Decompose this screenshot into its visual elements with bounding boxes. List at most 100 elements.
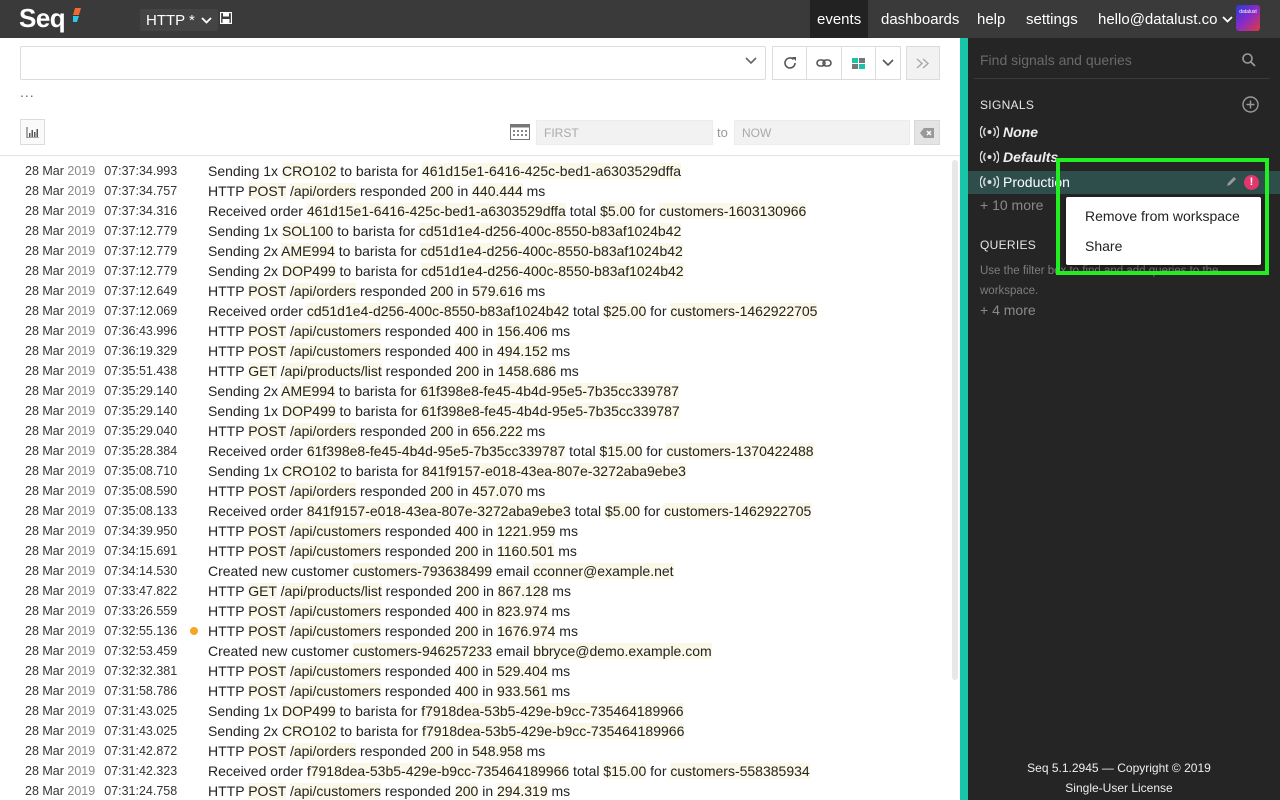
event-property-value[interactable]: customers-1370422488 <box>666 443 814 459</box>
event-property-value[interactable]: cconner@example.net <box>533 563 674 579</box>
event-row[interactable]: 28 Mar 2019 07:37:12.069 Received order cd… <box>0 301 952 321</box>
event-property-value[interactable]: 200 <box>430 183 454 199</box>
event-row[interactable]: 28 Mar 2019 07:35:08.133 Received order 84… <box>0 501 952 521</box>
event-property-value[interactable]: 457.070 <box>472 483 523 499</box>
event-property-value[interactable]: 156.406 <box>497 323 548 339</box>
event-property-value[interactable]: POST <box>248 543 287 559</box>
event-property-value[interactable]: $15.00 <box>599 443 643 459</box>
event-property-value[interactable]: POST <box>248 483 287 499</box>
event-property-value[interactable]: customers-793638499 <box>352 563 493 579</box>
event-property-value[interactable]: POST <box>248 663 287 679</box>
event-property-value[interactable]: POST <box>248 343 287 359</box>
nav-help[interactable]: help <box>970 0 1012 38</box>
event-row[interactable]: 28 Mar 2019 07:36:19.329 HTTP POST /api/cu… <box>0 341 952 361</box>
event-property-value[interactable]: 548.958 <box>472 743 523 759</box>
event-property-value[interactable]: customers-558385934 <box>670 763 810 779</box>
event-row[interactable]: 28 Mar 2019 07:31:42.323 Received order f7… <box>0 761 952 781</box>
event-property-value[interactable]: $5.00 <box>605 503 641 519</box>
event-property-value[interactable]: 1221.959 <box>497 523 556 539</box>
event-row[interactable]: 28 Mar 2019 07:33:47.822 HTTP GET /api/pro… <box>0 581 952 601</box>
event-property-value[interactable]: /api/customers <box>289 663 382 679</box>
event-property-value[interactable]: 400 <box>454 603 479 619</box>
event-property-value[interactable]: POST <box>248 183 287 199</box>
search-icon[interactable] <box>1242 53 1256 67</box>
event-row[interactable]: 28 Mar 2019 07:35:29.140 Sending 1x DOP499… <box>0 401 952 421</box>
event-property-value[interactable]: /api/customers <box>289 623 382 639</box>
event-property-value[interactable]: cd51d1e4-d256-400c-8550-b83af1024b42 <box>306 303 570 319</box>
event-property-value[interactable]: f7918dea-53b5-429e-b9cc-735464189966 <box>422 723 685 739</box>
event-property-value[interactable]: cd51d1e4-d256-400c-8550-b83af1024b42 <box>418 223 682 239</box>
event-row[interactable]: 28 Mar 2019 07:35:08.710 Sending 1x CRO102… <box>0 461 952 481</box>
event-property-value[interactable]: /api/products/list <box>280 583 382 599</box>
event-row[interactable]: 28 Mar 2019 07:37:34.757 HTTP POST /api/or… <box>0 181 952 201</box>
event-property-value[interactable]: POST <box>248 423 287 439</box>
histogram-button[interactable] <box>20 119 45 145</box>
nav-settings[interactable]: settings <box>1019 0 1085 38</box>
event-property-value[interactable]: 579.616 <box>472 283 523 299</box>
event-property-value[interactable]: DOP499 <box>281 403 336 419</box>
event-property-value[interactable]: 200 <box>430 283 454 299</box>
signal-filter-button[interactable] <box>841 46 876 80</box>
workspace-selector[interactable]: HTTP * <box>140 9 218 31</box>
event-property-value[interactable]: 400 <box>454 683 479 699</box>
event-property-value[interactable]: 61f398e8-fe45-4b4d-95e5-7b35cc339787 <box>306 443 566 459</box>
event-property-value[interactable]: /api/customers <box>289 683 382 699</box>
chevron-down-icon[interactable] <box>745 57 757 65</box>
search-input[interactable] <box>20 46 766 80</box>
event-row[interactable]: 28 Mar 2019 07:35:28.384 Received order 61… <box>0 441 952 461</box>
event-property-value[interactable]: GET <box>248 583 277 599</box>
nav-dashboards[interactable]: dashboards <box>874 0 966 38</box>
event-property-value[interactable]: 400 <box>454 343 479 359</box>
event-property-value[interactable]: POST <box>248 523 287 539</box>
event-row[interactable]: 28 Mar 2019 07:34:14.530 Created new custo… <box>0 561 952 581</box>
from-date-field[interactable]: FIRST <box>536 120 713 145</box>
scrollbar[interactable] <box>952 160 958 680</box>
event-property-value[interactable]: 400 <box>454 523 479 539</box>
event-property-value[interactable]: 440.444 <box>472 183 523 199</box>
event-row[interactable]: 28 Mar 2019 07:32:32.381 HTTP POST /api/cu… <box>0 661 952 681</box>
event-property-value[interactable]: cd51d1e4-d256-400c-8550-b83af1024b42 <box>421 263 684 279</box>
query-ellipsis[interactable]: ... <box>20 84 35 100</box>
event-property-value[interactable]: 461d15e1-6416-425c-bed1-a6303529dffa <box>422 163 681 179</box>
event-property-value[interactable]: /api/customers <box>289 783 382 799</box>
event-property-value[interactable]: /api/orders <box>289 483 357 499</box>
event-property-value[interactable]: 200 <box>430 483 454 499</box>
event-property-value[interactable]: 400 <box>454 663 479 679</box>
event-row[interactable]: 28 Mar 2019 07:35:29.040 HTTP POST /api/or… <box>0 421 952 441</box>
event-row[interactable]: 28 Mar 2019 07:32:55.136 HTTP POST /api/cu… <box>0 621 952 641</box>
event-property-value[interactable]: /api/customers <box>289 343 382 359</box>
event-property-value[interactable]: 656.222 <box>472 423 523 439</box>
event-property-value[interactable]: $15.00 <box>603 763 647 779</box>
event-property-value[interactable]: 841f9157-e018-43ea-807e-3272aba9ebe3 <box>306 503 571 519</box>
to-date-field[interactable]: NOW <box>734 120 910 145</box>
event-property-value[interactable]: 200 <box>455 363 480 379</box>
event-row[interactable]: 28 Mar 2019 07:33:26.559 HTTP POST /api/cu… <box>0 601 952 621</box>
event-property-value[interactable]: 61f398e8-fe45-4b4d-95e5-7b35cc339787 <box>420 383 679 399</box>
event-row[interactable]: 28 Mar 2019 07:37:12.779 Sending 2x AME994… <box>0 241 952 261</box>
event-property-value[interactable]: SOL100 <box>281 223 334 239</box>
event-row[interactable]: 28 Mar 2019 07:37:34.993 Sending 1x CRO102… <box>0 161 952 181</box>
event-property-value[interactable]: customers-1462922705 <box>664 503 812 519</box>
event-property-value[interactable]: 494.152 <box>497 343 548 359</box>
event-property-value[interactable]: 461d15e1-6416-425c-bed1-a6303529dffa <box>306 203 566 219</box>
event-property-value[interactable]: POST <box>248 623 287 639</box>
event-property-value[interactable]: customers-946257233 <box>352 643 493 659</box>
event-property-value[interactable]: AME994 <box>281 383 335 399</box>
event-row[interactable]: 28 Mar 2019 07:32:53.459 Created new custo… <box>0 641 952 661</box>
event-property-value[interactable]: POST <box>248 683 287 699</box>
event-property-value[interactable]: POST <box>248 783 287 799</box>
event-property-value[interactable]: /api/customers <box>289 323 382 339</box>
event-property-value[interactable]: 61f398e8-fe45-4b4d-95e5-7b35cc339787 <box>421 403 680 419</box>
event-property-value[interactable]: /api/orders <box>289 183 357 199</box>
event-property-value[interactable]: 841f9157-e018-43ea-807e-3272aba9ebe3 <box>422 463 686 479</box>
nav-events[interactable]: events <box>810 0 869 38</box>
event-property-value[interactable]: f7918dea-53b5-429e-b9cc-735464189966 <box>421 703 684 719</box>
signal-none[interactable]: None <box>968 121 1280 144</box>
event-property-value[interactable]: POST <box>248 323 287 339</box>
event-row[interactable]: 28 Mar 2019 07:35:08.590 HTTP POST /api/or… <box>0 481 952 501</box>
refresh-button[interactable] <box>772 46 807 80</box>
event-property-value[interactable]: 200 <box>430 743 454 759</box>
event-property-value[interactable]: 1676.974 <box>497 623 556 639</box>
signals-more-link[interactable]: + 10 more <box>980 197 1043 213</box>
event-property-value[interactable]: AME994 <box>281 243 335 259</box>
